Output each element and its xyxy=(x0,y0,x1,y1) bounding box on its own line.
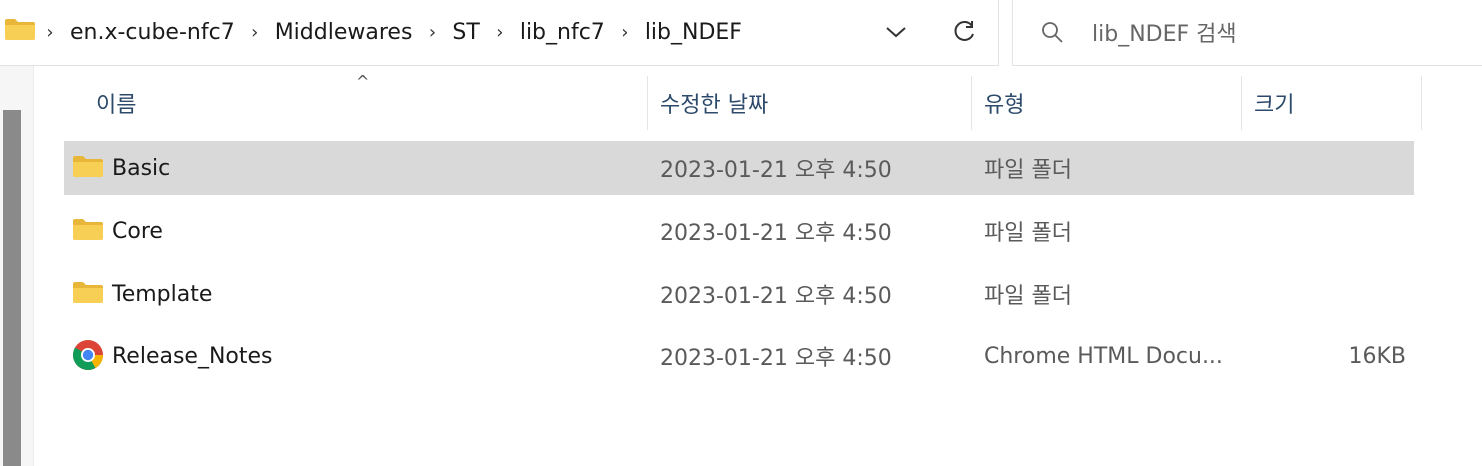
column-date[interactable]: 수정한 날짜 xyxy=(660,76,768,130)
top-bar: › en.x-cube-nfc7 › Middlewares › ST › li… xyxy=(0,0,1482,66)
file-type: 파일 폴더 xyxy=(984,221,1072,246)
file-type: Chrome HTML Docu... xyxy=(984,343,1223,369)
chrome-icon xyxy=(72,339,104,375)
column-divider[interactable] xyxy=(1421,76,1422,130)
scrollbar[interactable] xyxy=(3,110,21,466)
chevron-right-icon: › xyxy=(46,21,54,43)
column-divider[interactable] xyxy=(647,76,648,130)
sort-ascending-icon: ^ xyxy=(356,72,370,91)
breadcrumb: › en.x-cube-nfc7 › Middlewares › ST › li… xyxy=(0,14,748,50)
search-input[interactable]: lib_NDEF 검색 xyxy=(1092,16,1237,48)
file-size: 16KB xyxy=(1348,343,1406,369)
history-dropdown-button[interactable] xyxy=(878,14,914,50)
column-name[interactable]: 이름 xyxy=(96,76,136,130)
file-name: Release_Notes xyxy=(112,343,273,369)
file-date: 2023-01-21 오후 4:50 xyxy=(660,221,892,246)
file-name: Core xyxy=(112,218,163,244)
column-size[interactable]: 크기 xyxy=(1254,76,1294,130)
refresh-icon xyxy=(954,21,974,41)
file-row[interactable]: Template 2023-01-21 오후 4:50 파일 폴더 xyxy=(64,267,1414,321)
chevron-right-icon: › xyxy=(428,21,437,43)
file-row[interactable]: Core 2023-01-21 오후 4:50 파일 폴더 xyxy=(64,204,1414,258)
breadcrumb-item[interactable]: lib_NDEF xyxy=(639,20,748,45)
folder-icon xyxy=(72,217,104,245)
column-header: 이름 수정한 날짜 유형 크기 xyxy=(34,66,1482,130)
column-divider[interactable] xyxy=(971,76,972,130)
chevron-right-icon: › xyxy=(251,21,259,43)
file-name: Basic xyxy=(112,155,171,181)
breadcrumb-item[interactable]: ST xyxy=(446,20,485,45)
chevron-right-icon: › xyxy=(496,21,504,43)
breadcrumb-item[interactable]: en.x-cube-nfc7 xyxy=(64,20,241,45)
chevron-right-icon: › xyxy=(621,21,629,43)
file-type: 파일 폴더 xyxy=(984,158,1072,183)
search-box[interactable] xyxy=(1012,0,1482,66)
column-divider[interactable] xyxy=(1241,76,1242,130)
file-date: 2023-01-21 오후 4:50 xyxy=(660,158,892,183)
breadcrumb-item[interactable]: lib_nfc7 xyxy=(514,20,611,45)
file-date: 2023-01-21 오후 4:50 xyxy=(660,346,892,371)
file-row[interactable]: Basic 2023-01-21 오후 4:50 파일 폴더 xyxy=(64,141,1414,195)
breadcrumb-item[interactable]: Middlewares xyxy=(269,20,419,45)
file-type: 파일 폴더 xyxy=(984,284,1072,309)
search-icon xyxy=(1040,20,1064,48)
file-date: 2023-01-21 오후 4:50 xyxy=(660,284,892,309)
folder-icon xyxy=(72,280,104,308)
folder-icon xyxy=(72,154,104,182)
address-bar[interactable]: › en.x-cube-nfc7 › Middlewares › ST › li… xyxy=(0,0,999,66)
column-type[interactable]: 유형 xyxy=(984,76,1024,130)
refresh-button[interactable] xyxy=(946,14,982,50)
chevron-down-icon xyxy=(886,27,906,38)
file-name: Template xyxy=(112,281,213,307)
file-row[interactable]: Release_Notes 2023-01-21 오후 4:50 Chrome … xyxy=(64,329,1414,383)
folder-icon xyxy=(4,17,36,47)
